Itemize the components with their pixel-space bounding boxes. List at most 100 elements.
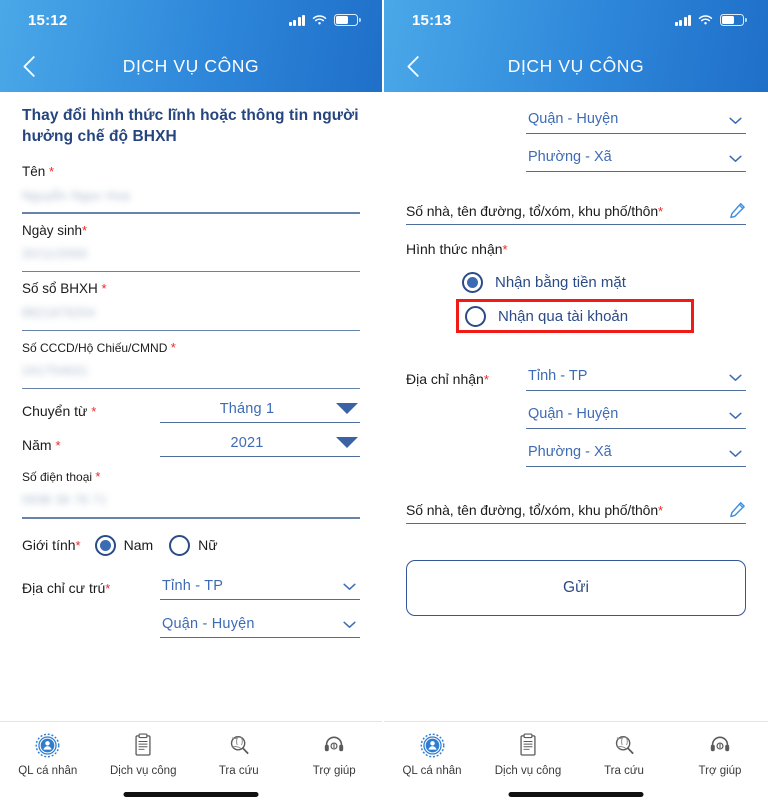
field-ngay-sinh[interactable]: Ngày sinh* 20/11/2000: [22, 223, 360, 273]
radio-nhan-bang-tien-mat[interactable]: Nhận bằng tiền mặt: [462, 265, 746, 299]
field-label: Số CCCD/Hộ Chiếu/CMND *: [22, 340, 176, 356]
required-marker: *: [105, 580, 111, 596]
field-so-cccd[interactable]: Số CCCD/Hộ Chiếu/CMND * 241754631: [22, 340, 360, 390]
cellular-signal-icon: [288, 14, 305, 26]
field-underline: [22, 516, 360, 519]
row-nam: Năm * 2021: [22, 435, 360, 458]
radio-dot: [169, 534, 191, 556]
submit-button[interactable]: Gửi: [406, 560, 746, 616]
required-marker: *: [82, 222, 88, 238]
chevron-down-icon: [729, 450, 742, 458]
row-dia-chi-nhan: Địa chỉ nhận* Tỉnh - TP: [406, 367, 746, 391]
required-marker: *: [95, 469, 101, 485]
pencil-edit-icon[interactable]: [729, 501, 746, 518]
select-phuong-xa-top[interactable]: Phường - Xã: [526, 148, 746, 172]
cellular-signal-icon: [674, 14, 691, 26]
tab-label: Tra cứu: [604, 765, 644, 777]
select-phuong-xa-receive[interactable]: Phường - Xã: [526, 443, 746, 467]
select-quan-huyen-residence[interactable]: Quận - Huyện: [160, 616, 360, 638]
row-phuong-xa-top: Phường - Xã: [406, 148, 746, 172]
required-marker: *: [170, 340, 176, 356]
input-so-nha-residence[interactable]: Số nhà, tên đường, tổ/xóm, khu phố/thôn*: [406, 202, 746, 225]
radio-nhan-qua-tai-khoan[interactable]: Nhận qua tài khoản: [456, 299, 694, 333]
form-scroll-area-right[interactable]: Quận - Huyện Phường - Xã Số nhà, tên đườ…: [384, 92, 768, 721]
field-label: Số điện thoại *: [22, 469, 101, 485]
input-so-nha-receive[interactable]: Số nhà, tên đường, tổ/xóm, khu phố/thôn*: [406, 501, 746, 524]
field-value-redacted: 20/11/2000: [22, 247, 88, 262]
radio-label: Nam: [123, 537, 154, 554]
tab-tra-cuu[interactable]: Tra cứu: [191, 730, 287, 777]
select-nam[interactable]: 2021: [160, 435, 360, 458]
pencil-edit-icon[interactable]: [729, 202, 746, 219]
radio-group-hinh-thuc-nhan: Nhận bằng tiền mặt Nhận qua tài khoản: [406, 265, 746, 333]
tab-label: QL cá nhân: [18, 765, 78, 777]
field-value-redacted: 241754631: [22, 364, 89, 379]
select-value: Phường - Xã: [528, 149, 612, 165]
tab-label: Trợ giúp: [312, 765, 356, 777]
select-quan-huyen-top[interactable]: Quận - Huyện: [526, 110, 746, 134]
magnifier-globe-icon: [224, 730, 254, 760]
required-marker: *: [75, 538, 81, 554]
headset-support-icon: [705, 730, 735, 760]
status-icon-group: [288, 14, 361, 26]
headset-support-icon: [319, 730, 349, 760]
back-button[interactable]: [396, 49, 430, 83]
tab-tro-giup[interactable]: Trợ giúp: [672, 730, 768, 777]
row-chuyen-tu: Chuyển từ * Tháng 1: [22, 401, 360, 424]
required-marker: *: [658, 502, 664, 518]
required-marker: *: [49, 163, 55, 179]
tab-tra-cuu[interactable]: Tra cứu: [576, 730, 672, 777]
field-so-so-bhxh[interactable]: Số sổ BHXH * 8821879254: [22, 281, 360, 332]
field-ten[interactable]: Tên * Nguyễn Ngọc Hoa: [22, 164, 360, 214]
select-tinh-tp-receive[interactable]: Tỉnh - TP: [526, 367, 746, 391]
select-value: 2021: [230, 435, 264, 452]
field-underline: [22, 387, 360, 390]
tab-tro-giup[interactable]: Trợ giúp: [287, 730, 383, 777]
tab-ql-ca-nhan[interactable]: QL cá nhân: [0, 730, 96, 777]
radio-nam[interactable]: Nam: [94, 534, 154, 556]
caret-down-solid-icon: [336, 403, 358, 415]
home-indicator: [508, 792, 644, 797]
select-chuyen-tu[interactable]: Tháng 1: [160, 401, 360, 424]
select-value: Quận - Huyện: [528, 111, 619, 127]
chevron-down-icon: [343, 621, 356, 629]
caret-down-solid-icon: [336, 437, 358, 449]
select-tinh-tp-residence[interactable]: Tỉnh - TP: [160, 578, 360, 600]
select-value: Quận - Huyện: [162, 615, 255, 632]
field-value-redacted: 0938 36 76 71: [22, 493, 108, 508]
radio-label: Nhận bằng tiền mặt: [495, 273, 626, 291]
radio-label: Nhận qua tài khoản: [498, 307, 629, 325]
back-button[interactable]: [12, 49, 46, 83]
select-value: Tỉnh - TP: [528, 368, 588, 384]
battery-icon: [720, 14, 747, 26]
select-label: Năm *: [22, 437, 61, 454]
required-marker: *: [658, 203, 664, 219]
tab-dich-vu-cong[interactable]: Dịch vụ công: [480, 730, 576, 777]
row-quan-huyen-residence: Quận - Huyện: [22, 616, 360, 638]
tab-dich-vu-cong[interactable]: Dịch vụ công: [96, 730, 192, 777]
field-so-dien-thoai[interactable]: Số điện thoại * 0938 36 76 71: [22, 469, 360, 519]
radio-dot: [465, 305, 486, 327]
input-placeholder: Số nhà, tên đường, tổ/xóm, khu phố/thôn*: [406, 202, 664, 219]
radio-nu[interactable]: Nữ: [169, 534, 218, 556]
wifi-icon: [312, 14, 327, 26]
required-marker: *: [101, 281, 107, 297]
app-header-right: 15:13 DỊCH VỤ CÔNG: [384, 0, 768, 92]
field-label: Ngày sinh*: [22, 222, 88, 238]
tab-ql-ca-nhan[interactable]: QL cá nhân: [384, 730, 480, 777]
page-title: DỊCH VỤ CÔNG: [122, 55, 260, 76]
chevron-down-icon: [729, 155, 742, 163]
form-heading: Thay đổi hình thức lĩnh hoặc thông tin n…: [22, 107, 359, 145]
chevron-left-icon: [22, 55, 35, 77]
document-clipboard-icon: [513, 730, 543, 760]
status-bar-left: 15:12: [0, 0, 382, 40]
field-underline: [22, 329, 360, 332]
document-clipboard-icon: [128, 730, 158, 760]
chevron-down-icon: [343, 583, 356, 591]
select-quan-huyen-receive[interactable]: Quận - Huyện: [526, 405, 746, 429]
row-phuong-xa-receive: Phường - Xã: [406, 443, 746, 467]
screen-right: 15:13 DỊCH VỤ CÔNG Quận - Huyện Phường -…: [384, 0, 768, 807]
field-value-redacted: 8821879254: [22, 306, 96, 321]
form-scroll-area-left[interactable]: Thay đổi hình thức lĩnh hoặc thông tin n…: [0, 92, 382, 721]
status-bar-right: 15:13: [384, 0, 768, 40]
